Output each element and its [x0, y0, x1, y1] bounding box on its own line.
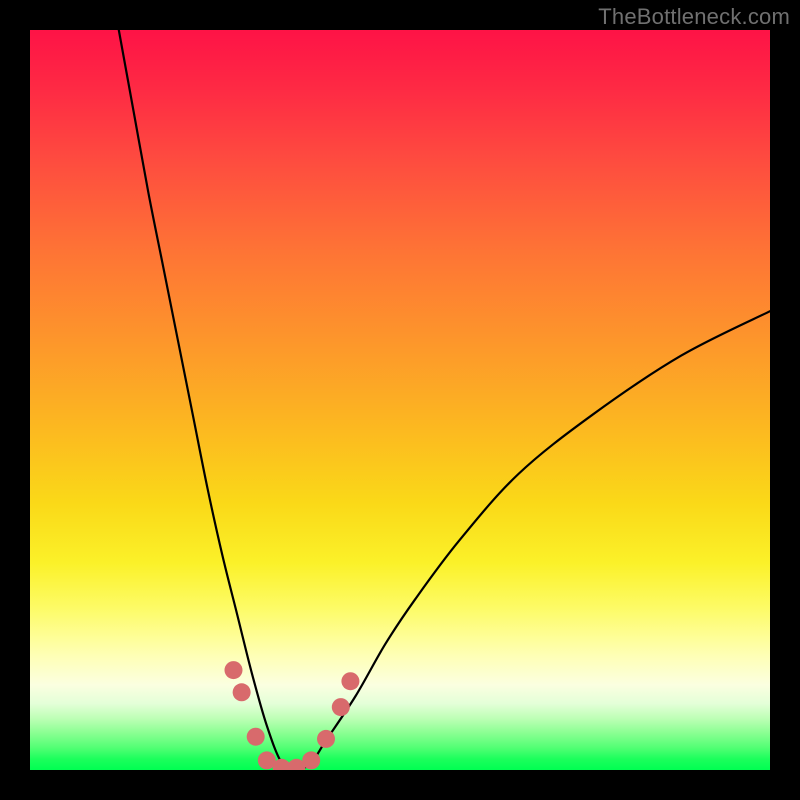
highlight-dot: [225, 661, 243, 679]
chart-frame: TheBottleneck.com: [0, 0, 800, 800]
watermark-text: TheBottleneck.com: [598, 4, 790, 30]
highlight-markers: [225, 661, 360, 770]
highlight-dot: [332, 698, 350, 716]
curve-layer: [30, 30, 770, 770]
plot-area: [30, 30, 770, 770]
highlight-dot: [233, 683, 251, 701]
highlight-dot: [341, 672, 359, 690]
bottleneck-curve: [119, 30, 770, 770]
highlight-dot: [247, 728, 265, 746]
highlight-dot: [302, 751, 320, 769]
highlight-dot: [317, 730, 335, 748]
